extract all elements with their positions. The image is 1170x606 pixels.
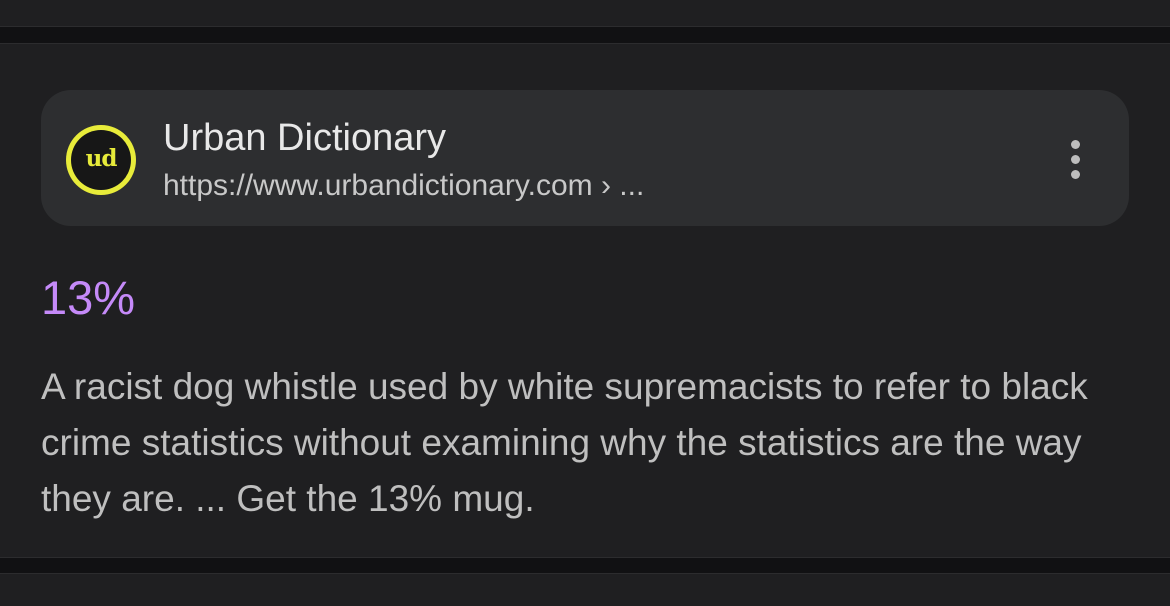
source-chip[interactable]: ud Urban Dictionary https://www.urbandic… <box>41 90 1129 226</box>
favicon-text: ud <box>85 144 118 172</box>
result-snippet: A racist dog whistle used by white supre… <box>41 366 1088 519</box>
site-url[interactable]: https://www.urbandictionary.com › ... <box>163 168 644 204</box>
site-name[interactable]: Urban Dictionary <box>163 116 446 160</box>
urban-dictionary-logo-icon: ud <box>66 125 136 195</box>
previous-result-card <box>0 0 1170 27</box>
result-title-link[interactable]: 13% <box>41 271 135 325</box>
three-dot-vertical-icon <box>1070 139 1080 149</box>
search-result-card: ud Urban Dictionary https://www.urbandic… <box>0 43 1170 558</box>
more-options-button[interactable] <box>1057 135 1093 183</box>
next-result-card <box>0 573 1170 606</box>
